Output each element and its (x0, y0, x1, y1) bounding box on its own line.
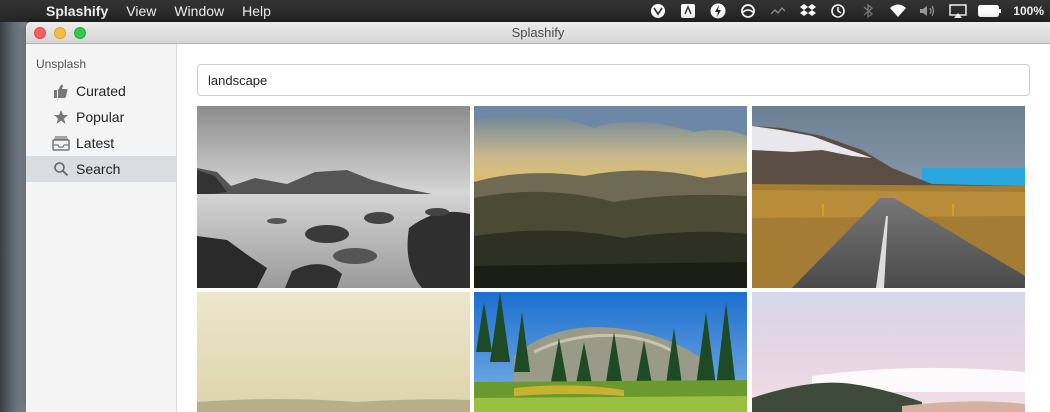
sidebar-section-unsplash: Unsplash (36, 57, 87, 71)
photo-misty-field (197, 292, 470, 412)
photo-tile[interactable] (197, 292, 470, 412)
sync-icon[interactable] (737, 0, 759, 22)
menu-bar: Splashify View Window Help 100% (0, 0, 1050, 22)
photo-tile[interactable] (474, 292, 747, 412)
app-window: Splashify Unsplash Curated Popular Lates… (26, 22, 1050, 412)
sidebar-item-popular[interactable]: Popular (26, 104, 176, 130)
airplay-icon[interactable] (947, 0, 969, 22)
close-button[interactable] (34, 27, 46, 39)
photo-bw-coast (197, 106, 470, 288)
photo-tile[interactable] (752, 292, 1025, 412)
sidebar-item-label: Search (76, 161, 121, 177)
wifi-icon[interactable] (887, 0, 909, 22)
sidebar: Unsplash Curated Popular Latest Search (26, 44, 177, 412)
activity-icon[interactable] (767, 0, 789, 22)
photo-tile[interactable] (474, 106, 747, 288)
sidebar-item-curated[interactable]: Curated (26, 78, 176, 104)
menu-app-name[interactable]: Splashify (40, 0, 117, 22)
status-area: 100% (643, 0, 1050, 22)
menu-view[interactable]: View (117, 0, 165, 22)
photo-sunset-hills (474, 106, 747, 288)
lightning-icon[interactable] (707, 0, 729, 22)
app-store-icon[interactable] (677, 0, 699, 22)
chrome-extension-icon[interactable] (647, 0, 669, 22)
minimize-button[interactable] (54, 27, 66, 39)
dropbox-icon[interactable] (797, 0, 819, 22)
star-icon (52, 108, 70, 126)
sidebar-item-label: Popular (76, 109, 125, 125)
inbox-icon (52, 134, 70, 152)
photo-tile[interactable] (197, 106, 470, 288)
sidebar-item-latest[interactable]: Latest (26, 130, 176, 156)
sidebar-item-search[interactable]: Search (26, 156, 176, 182)
menu-help[interactable]: Help (233, 0, 280, 22)
photo-road-mountains (752, 106, 1025, 288)
battery-percent: 100% (1013, 4, 1044, 18)
search-icon (52, 160, 70, 178)
battery-icon[interactable] (977, 0, 1003, 22)
photo-tile[interactable] (752, 106, 1025, 288)
menu-window[interactable]: Window (165, 0, 233, 22)
volume-icon[interactable] (917, 0, 939, 22)
thumbs-up-icon (52, 82, 70, 100)
sidebar-item-label: Latest (76, 135, 115, 151)
zoom-button[interactable] (74, 27, 86, 39)
sidebar-item-label: Curated (76, 83, 126, 99)
title-bar: Splashify (26, 22, 1050, 44)
time-machine-icon[interactable] (827, 0, 849, 22)
search-input[interactable] (197, 64, 1030, 96)
photo-mountain-clouds (752, 292, 1025, 412)
window-title: Splashify (511, 25, 565, 40)
window-controls (34, 27, 94, 39)
photo-pine-forest (474, 292, 747, 412)
bluetooth-icon[interactable] (857, 0, 879, 22)
